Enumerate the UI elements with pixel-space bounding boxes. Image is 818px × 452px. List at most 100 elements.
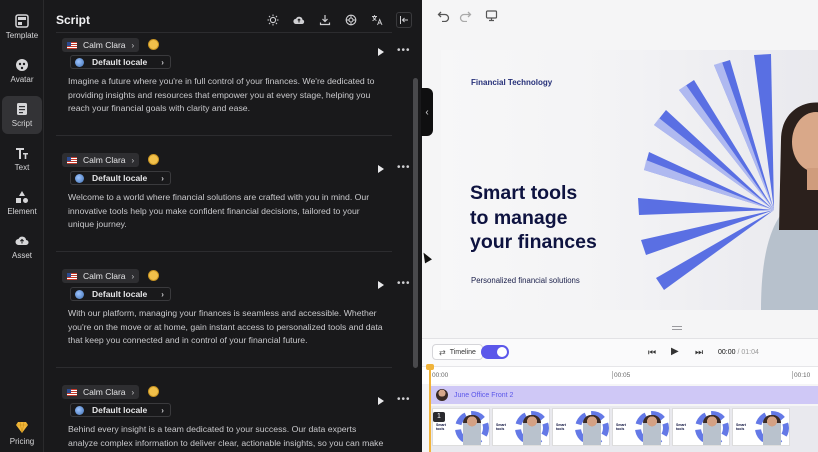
text-icon [16,148,28,159]
rail-item-asset[interactable]: Asset [2,228,42,266]
total-time: / 01:04 [737,349,759,356]
rail-item-text[interactable]: Text [2,140,42,178]
emotion-emoji-icon[interactable] [148,154,159,165]
rail-item-pricing[interactable]: Pricing [2,414,42,452]
headline-line-3: your finances [470,231,597,253]
script-panel-title: Script [56,13,91,27]
globe-icon [75,57,84,67]
card-divider [56,251,392,252]
undo-icon[interactable] [437,9,450,27]
chevron-left-icon: ‹ [425,106,429,118]
timeline-button[interactable]: ⇄ Timeline [432,344,483,360]
locale-selector[interactable]: Default locale › [70,55,171,69]
more-options-icon[interactable]: ••• [397,394,411,405]
thumbnail-headline: Smart tools [676,423,686,431]
collapse-left-icon[interactable] [396,12,412,28]
chevron-right-icon: › [161,405,164,415]
skip-back-icon[interactable]: ⏮ [648,347,656,358]
play-icon[interactable]: ▶ [671,346,679,357]
chevron-right-icon: › [131,155,135,165]
rail-item-template[interactable]: Template [2,8,42,46]
scene-track[interactable]: Smart tools Smart tools Smart tools Smar… [430,406,818,452]
thumbnail-headline: Smart tools [556,423,566,431]
script-text[interactable]: Welcome to a world where financial solut… [68,191,388,232]
play-icon[interactable] [378,48,384,56]
resize-handle[interactable] [672,326,682,330]
lightbulb-icon[interactable] [266,13,280,27]
globe-icon [75,405,84,415]
collapse-panel-tab[interactable]: ‹ [421,88,433,136]
script-text[interactable]: Behind every insight is a team dedicated… [68,423,388,452]
voice-selector[interactable]: Calm Clara › [62,153,140,167]
video-canvas[interactable]: Financial Technology Smart tools to mana… [441,50,818,310]
ruler-label: 00:00 [432,372,449,379]
translate-icon[interactable] [370,13,384,27]
element-icon [16,191,28,203]
voice-name: Calm Clara [83,155,126,165]
avatar-track-label: June Office Front 2 [454,391,514,399]
voice-selector[interactable]: Calm Clara › [62,38,140,52]
script-scrollbar[interactable] [413,78,418,368]
canvas-eyebrow[interactable]: Financial Technology [471,78,552,87]
card-divider [56,135,392,136]
emotion-emoji-icon[interactable] [148,386,159,397]
download-icon[interactable] [318,13,332,27]
script-text[interactable]: Imagine a future where you're in full co… [68,75,388,116]
us-flag-icon [67,388,77,396]
scene-thumbnail: Smart tools [552,408,610,446]
more-options-icon[interactable]: ••• [397,278,411,289]
locale-selector[interactable]: Default locale › [70,287,171,301]
voice-selector[interactable]: Calm Clara › [62,385,140,399]
headline-line-1: Smart tools [470,182,578,204]
thumbnail-avatar [463,415,481,445]
card-divider [56,367,392,368]
playhead-handle[interactable] [426,364,434,370]
avatar-track[interactable]: June Office Front 2 [430,386,818,404]
current-time: 00:00 [718,349,736,356]
us-flag-icon [67,272,77,280]
canvas-headline[interactable]: Smart tools to manage your finances [470,181,597,255]
presenter-avatar[interactable] [741,80,818,310]
settings-dial-icon[interactable] [344,13,358,27]
playhead[interactable] [429,366,431,452]
asset-icon [15,236,29,246]
rail-item-script[interactable]: Script [2,96,42,134]
locale-selector[interactable]: Default locale › [70,171,171,185]
chevron-right-icon: › [161,173,164,183]
more-options-icon[interactable]: ••• [397,162,411,173]
avatar-thumbnail [436,389,448,401]
scene-thumbnail: Smart tools [732,408,790,446]
ruler-label: 00:10 [794,372,811,379]
globe-icon [75,289,84,299]
voice-selector[interactable]: Calm Clara › [62,269,140,283]
canvas-subtitle[interactable]: Personalized financial solutions [471,276,580,285]
play-icon[interactable] [378,397,384,405]
us-flag-icon [67,41,77,49]
rail-item-avatar[interactable]: Avatar [2,52,42,90]
timeline-button-label: Timeline [449,348,476,356]
timeline-ruler[interactable]: 00:00 00:05 00:10 [422,366,818,384]
rail-label-text: Text [14,163,30,172]
skip-forward-icon[interactable]: ⏭ [695,347,703,358]
emotion-emoji-icon[interactable] [148,39,159,50]
play-icon[interactable] [378,281,384,289]
rail-label-element: Element [7,207,37,216]
thumbnail-avatar [763,415,781,445]
emotion-emoji-icon[interactable] [148,270,159,281]
script-text[interactable]: With our platform, managing your finance… [68,307,388,348]
redo-icon[interactable] [459,9,472,27]
ruler-label: 00:05 [614,372,631,379]
script-panel: Script Calm Clara › Default locale › ••• I… [44,0,422,452]
locale-selector[interactable]: Default locale › [70,403,171,417]
rail-label-pricing: Pricing [9,437,35,446]
timeline-toggle[interactable] [481,345,509,359]
play-icon[interactable] [378,165,384,173]
thumbnail-avatar [643,415,661,445]
monitor-icon[interactable] [485,9,498,27]
more-options-icon[interactable]: ••• [397,45,411,56]
scene-thumbnail: Smart tools [672,408,730,446]
cloud-upload-icon[interactable] [292,13,306,27]
thumbnail-avatar [703,415,721,445]
editor-app: Template Avatar Script Text Element Asse… [0,0,818,452]
rail-item-element[interactable]: Element [2,184,42,222]
